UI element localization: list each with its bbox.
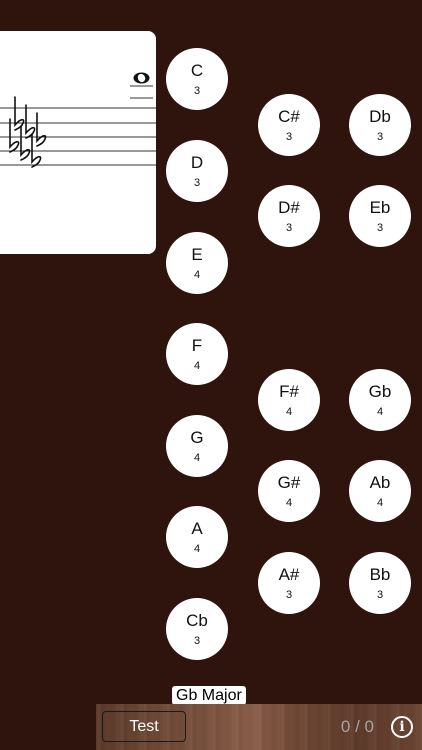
ledger-lines xyxy=(130,85,153,99)
treble-staff xyxy=(0,72,156,168)
note-key-c-sharp[interactable]: C# 3 xyxy=(258,94,320,156)
note-key-a-flat[interactable]: Ab 4 xyxy=(349,460,411,522)
note-key-d[interactable]: D 3 xyxy=(166,140,228,202)
info-circle-icon[interactable]: i xyxy=(391,716,413,738)
note-octave: 3 xyxy=(376,222,384,234)
note-name: D xyxy=(190,153,204,172)
note-key-g[interactable]: G 4 xyxy=(166,415,228,477)
note-name: A xyxy=(191,519,203,538)
staff-lines xyxy=(0,107,156,166)
note-octave: 3 xyxy=(376,589,384,601)
staff-card xyxy=(0,31,156,254)
note-key-d-flat[interactable]: Db 3 xyxy=(349,94,411,156)
note-octave: 4 xyxy=(193,452,201,464)
note-octave: 4 xyxy=(285,497,293,509)
note-octave: 4 xyxy=(193,269,201,281)
note-key-a-sharp[interactable]: A# 3 xyxy=(258,552,320,614)
note-name: Eb xyxy=(369,198,391,217)
note-key-e-flat[interactable]: Eb 3 xyxy=(349,185,411,247)
note-key-a[interactable]: A 4 xyxy=(166,506,228,568)
note-name: F xyxy=(191,336,203,355)
note-key-g-sharp[interactable]: G# 4 xyxy=(258,460,320,522)
bottom-bar: Test 0 / 0 i xyxy=(96,704,422,750)
note-octave: 3 xyxy=(376,131,384,143)
note-name: A# xyxy=(278,565,300,584)
note-octave: 3 xyxy=(285,222,293,234)
note-key-cb[interactable]: Cb 3 xyxy=(166,598,228,660)
note-name: Db xyxy=(369,107,391,126)
note-key-c[interactable]: C 3 xyxy=(166,48,228,110)
note-octave: 3 xyxy=(193,635,201,647)
note-name: C# xyxy=(278,107,300,126)
whole-note xyxy=(133,72,150,84)
note-key-e[interactable]: E 4 xyxy=(166,232,228,294)
note-name: D# xyxy=(278,198,300,217)
note-octave: 4 xyxy=(193,360,201,372)
note-key-g-flat[interactable]: Gb 4 xyxy=(349,369,411,431)
note-octave: 3 xyxy=(285,131,293,143)
score-counter: 0 / 0 xyxy=(340,717,374,736)
note-octave: 4 xyxy=(193,543,201,555)
note-octave: 3 xyxy=(193,85,201,97)
note-name: Bb xyxy=(369,565,391,584)
note-octave: 3 xyxy=(193,177,201,189)
note-name: Gb xyxy=(368,382,392,401)
note-key-f[interactable]: F 4 xyxy=(166,323,228,385)
note-octave: 4 xyxy=(376,406,384,418)
note-name: C xyxy=(190,61,204,80)
note-key-f-sharp[interactable]: F# 4 xyxy=(258,369,320,431)
key-signature-label: Gb Major xyxy=(172,686,246,705)
note-name: F# xyxy=(279,382,299,401)
note-octave: 4 xyxy=(376,497,384,509)
note-key-b-flat[interactable]: Bb 3 xyxy=(349,552,411,614)
note-name: E xyxy=(191,245,203,264)
test-button[interactable]: Test xyxy=(102,711,186,742)
note-octave: 3 xyxy=(285,589,293,601)
note-name: G xyxy=(190,428,204,447)
note-octave: 4 xyxy=(285,406,293,418)
note-name: Cb xyxy=(186,611,208,630)
note-key-d-sharp[interactable]: D# 3 xyxy=(258,185,320,247)
note-name: G# xyxy=(277,473,301,492)
note-name: Ab xyxy=(369,473,391,492)
